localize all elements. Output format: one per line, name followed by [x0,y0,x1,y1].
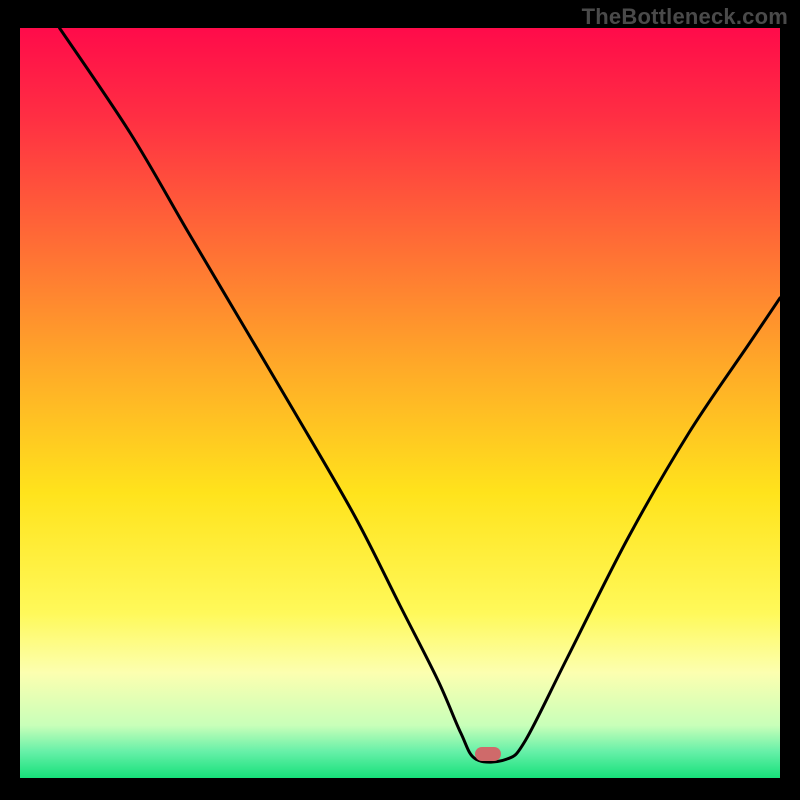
watermark-text: TheBottleneck.com [582,4,788,30]
optimal-point-marker [475,747,501,761]
chart-svg [20,28,780,778]
plot-area [20,28,780,778]
chart-frame: TheBottleneck.com [0,0,800,800]
